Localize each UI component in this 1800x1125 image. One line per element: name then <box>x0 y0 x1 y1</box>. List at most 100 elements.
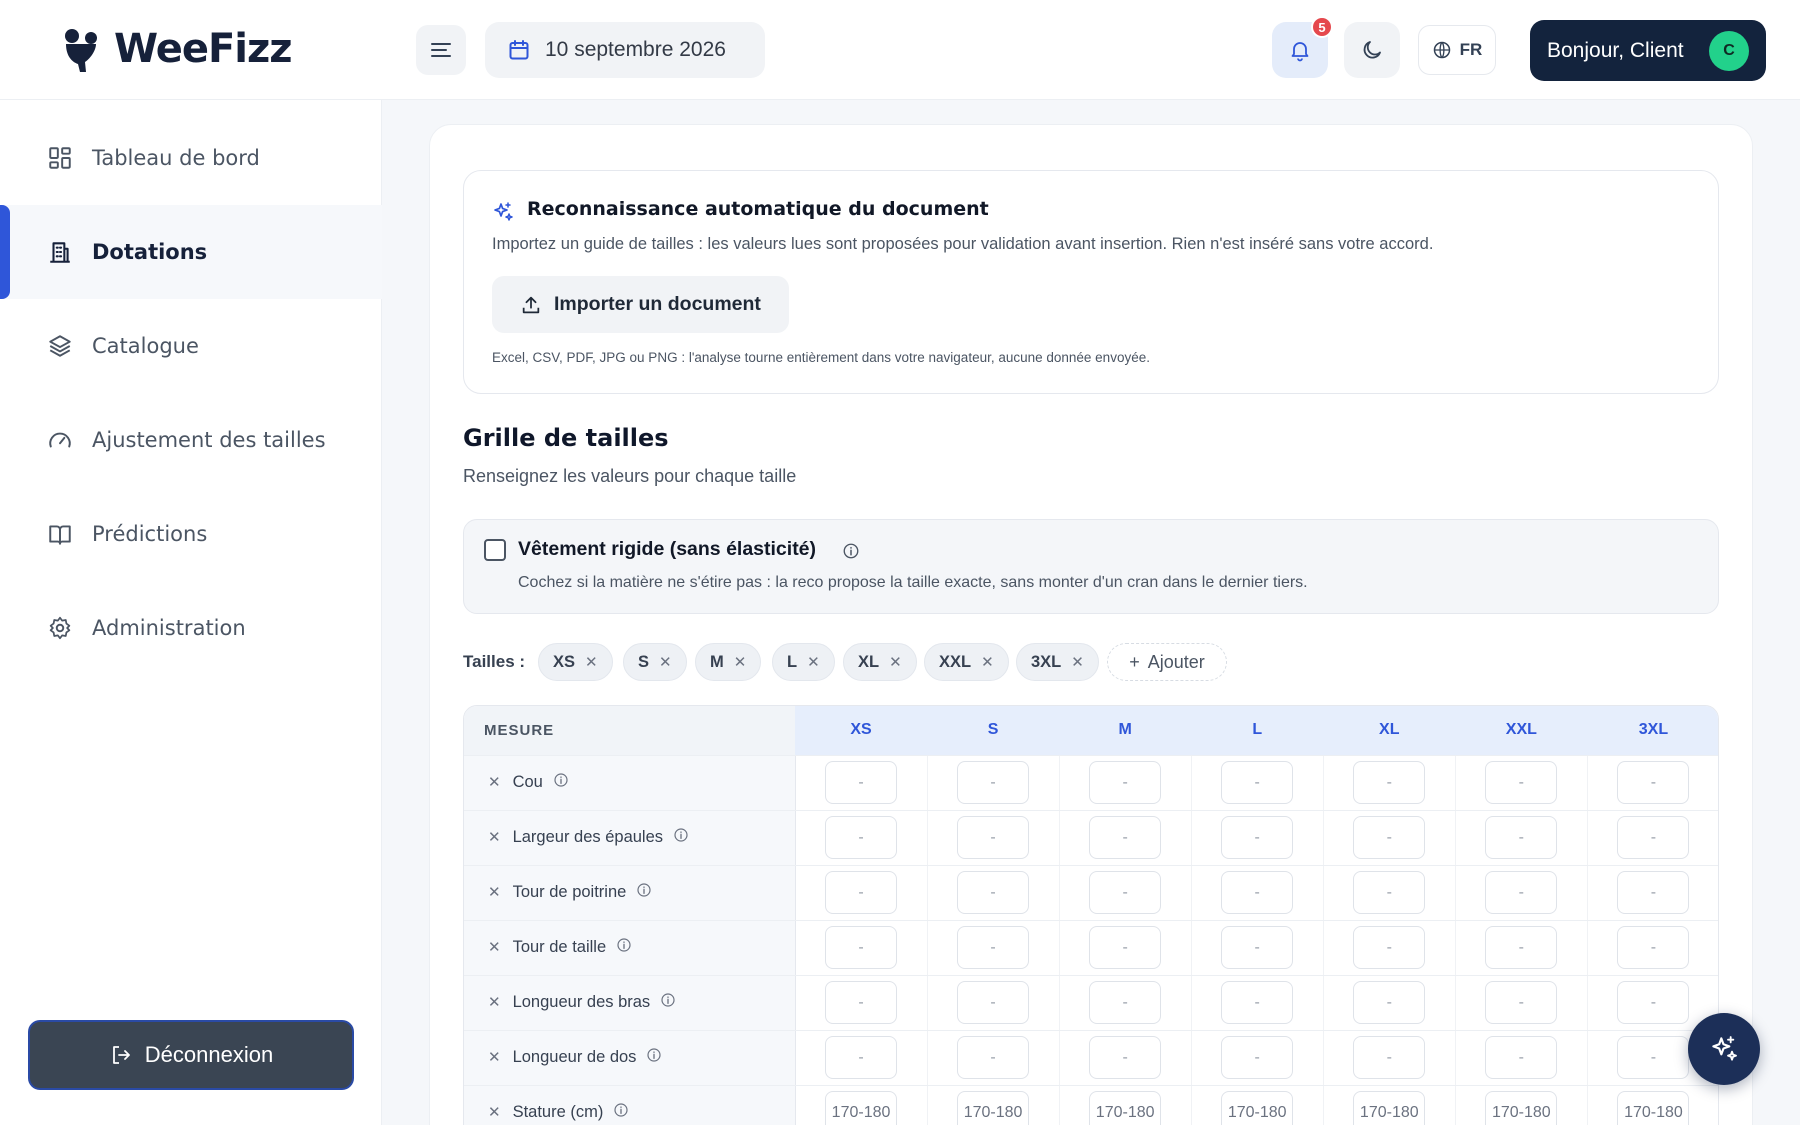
remove-size-icon[interactable]: ✕ <box>659 653 672 671</box>
measurement-input[interactable] <box>1089 926 1162 969</box>
measurement-input[interactable] <box>1089 1036 1162 1079</box>
measurement-input[interactable] <box>825 1091 898 1125</box>
measurement-input[interactable] <box>1221 871 1294 914</box>
measurement-input[interactable] <box>1617 871 1690 914</box>
rigid-garment-checkbox[interactable] <box>484 539 506 561</box>
value-cell <box>1587 810 1718 866</box>
measurement-input[interactable] <box>1353 1091 1426 1125</box>
remove-size-icon[interactable]: ✕ <box>889 653 902 671</box>
size-grid-title: Grille de tailles <box>463 424 669 452</box>
sidebar-item-administration[interactable]: Administration <box>0 581 382 675</box>
measurement-input[interactable] <box>1485 761 1558 804</box>
measurement-input[interactable] <box>1089 1091 1162 1125</box>
info-icon[interactable] <box>646 1047 662 1068</box>
measurement-input[interactable] <box>825 761 898 804</box>
measurement-input[interactable] <box>1089 816 1162 859</box>
menu-toggle-button[interactable] <box>416 25 466 75</box>
remove-size-icon[interactable]: ✕ <box>981 653 994 671</box>
info-icon[interactable] <box>636 882 652 903</box>
remove-size-icon[interactable]: ✕ <box>807 653 820 671</box>
date-picker[interactable]: 10 septembre 2026 <box>485 22 765 78</box>
gear-icon <box>46 614 74 642</box>
table-row: ✕ Tour de poitrine <box>464 865 1718 921</box>
info-icon[interactable] <box>613 1102 629 1123</box>
remove-size-icon[interactable]: ✕ <box>1071 653 1084 671</box>
info-icon[interactable] <box>616 937 632 958</box>
remove-measure-icon[interactable]: ✕ <box>488 884 501 901</box>
remove-measure-icon[interactable]: ✕ <box>488 774 501 791</box>
ai-assistant-button[interactable] <box>1688 1013 1760 1085</box>
brand-name: WeeFizz <box>114 26 293 72</box>
measurement-input[interactable] <box>957 871 1030 914</box>
sidebar-item-catalogue[interactable]: Catalogue <box>0 299 382 393</box>
measurement-input[interactable] <box>1617 1091 1690 1125</box>
measure-cell: ✕ Longueur de dos <box>464 1030 796 1086</box>
measurement-input[interactable] <box>957 1091 1030 1125</box>
info-icon[interactable] <box>660 992 676 1013</box>
measurement-input[interactable] <box>1617 926 1690 969</box>
sidebar-item-dotations[interactable]: Dotations <box>0 205 382 299</box>
measurement-input[interactable] <box>1485 1091 1558 1125</box>
info-icon[interactable] <box>673 827 689 848</box>
measurement-input[interactable] <box>1221 926 1294 969</box>
measurement-input[interactable] <box>1485 1036 1558 1079</box>
measurement-input[interactable] <box>1617 816 1690 859</box>
remove-measure-icon[interactable]: ✕ <box>488 939 501 956</box>
brand-logo[interactable]: WeeFizz <box>58 26 293 72</box>
measurement-input[interactable] <box>1353 926 1426 969</box>
measurement-input[interactable] <box>1617 1036 1690 1079</box>
measurement-input[interactable] <box>825 816 898 859</box>
measurement-input[interactable] <box>1221 761 1294 804</box>
measurement-input[interactable] <box>1617 761 1690 804</box>
sidebar-item-predictions[interactable]: Prédictions <box>0 487 382 581</box>
value-cell <box>1455 1030 1588 1086</box>
measurement-input[interactable] <box>825 1036 898 1079</box>
info-icon[interactable] <box>553 772 569 793</box>
info-icon[interactable] <box>842 542 860 560</box>
remove-size-icon[interactable]: ✕ <box>585 653 598 671</box>
measurement-input[interactable] <box>957 981 1030 1024</box>
measurement-input[interactable] <box>1485 816 1558 859</box>
measurement-input[interactable] <box>825 981 898 1024</box>
measurement-input[interactable] <box>1485 871 1558 914</box>
user-menu-button[interactable]: Bonjour, Client C <box>1530 20 1766 81</box>
measurement-input[interactable] <box>825 926 898 969</box>
value-cell <box>1323 865 1456 921</box>
measurement-input[interactable] <box>957 816 1030 859</box>
measurement-input[interactable] <box>957 1036 1030 1079</box>
measurement-input[interactable] <box>957 761 1030 804</box>
measurement-input[interactable] <box>1353 1036 1426 1079</box>
measurement-input[interactable] <box>1485 981 1558 1024</box>
sidebar-item-dashboard[interactable]: Tableau de bord <box>0 111 382 205</box>
remove-measure-icon[interactable]: ✕ <box>488 994 501 1011</box>
add-size-button[interactable]: + Ajouter <box>1107 643 1227 681</box>
measurement-input[interactable] <box>1089 871 1162 914</box>
measurement-input[interactable] <box>1221 981 1294 1024</box>
measurement-input[interactable] <box>1089 761 1162 804</box>
import-document-button[interactable]: Importer un document <box>492 276 789 333</box>
remove-measure-icon[interactable]: ✕ <box>488 1049 501 1066</box>
measurement-input[interactable] <box>1617 981 1690 1024</box>
measurement-input[interactable] <box>1221 1091 1294 1125</box>
measurement-input[interactable] <box>1353 761 1426 804</box>
measurement-input[interactable] <box>1221 816 1294 859</box>
book-icon <box>46 520 74 548</box>
remove-size-icon[interactable]: ✕ <box>734 653 747 671</box>
remove-measure-icon[interactable]: ✕ <box>488 1104 501 1121</box>
sidebar-item-size-adjustment[interactable]: Ajustement des tailles <box>0 393 382 487</box>
measurement-input[interactable] <box>1353 981 1426 1024</box>
logout-button[interactable]: Déconnexion <box>28 1020 354 1090</box>
remove-measure-icon[interactable]: ✕ <box>488 829 501 846</box>
measurement-input[interactable] <box>1221 1036 1294 1079</box>
size-chip-label: 3XL <box>1031 652 1062 671</box>
size-chip-m: M ✕ <box>695 643 762 681</box>
theme-toggle-button[interactable] <box>1344 22 1400 78</box>
measurement-input[interactable] <box>825 871 898 914</box>
language-selector[interactable]: FR <box>1418 25 1496 75</box>
measurement-input[interactable] <box>1353 816 1426 859</box>
rigid-garment-label[interactable]: Vêtement rigide (sans élasticité) <box>518 538 816 561</box>
measurement-input[interactable] <box>957 926 1030 969</box>
measurement-input[interactable] <box>1353 871 1426 914</box>
measurement-input[interactable] <box>1089 981 1162 1024</box>
measurement-input[interactable] <box>1485 926 1558 969</box>
